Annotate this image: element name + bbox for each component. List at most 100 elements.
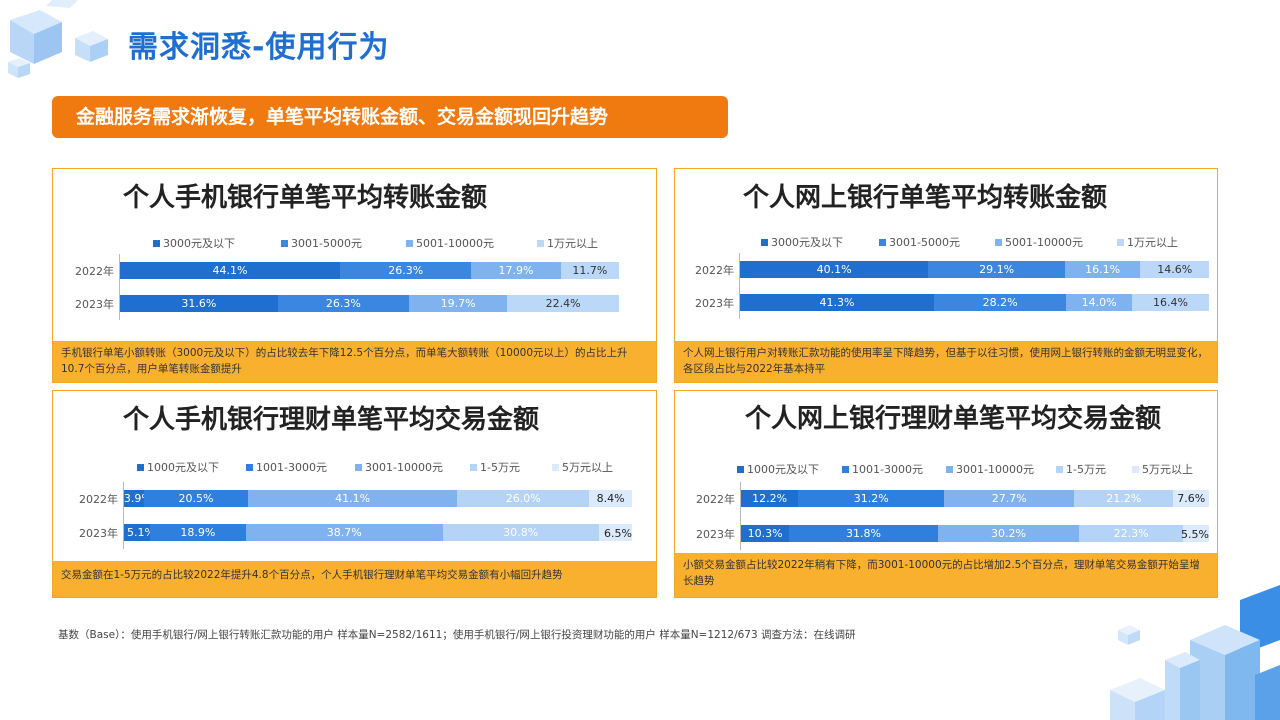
category-label: 2023年 xyxy=(695,297,734,310)
legend-label: 5001-10000元 xyxy=(1005,236,1083,249)
data-label: 31.8% xyxy=(846,527,881,540)
data-label: 38.7% xyxy=(326,526,362,539)
legend-item: 5万元以上 xyxy=(552,459,613,475)
legend-label: 1001-3000元 xyxy=(852,463,923,476)
legend-swatch xyxy=(281,239,288,247)
chart-note: 交易金额在1-5万元的占比较2022年提升4.8个百分点，个人手机银行理财单笔平… xyxy=(53,561,656,597)
legend-swatch xyxy=(761,238,768,246)
data-label: 40.1% xyxy=(816,263,852,276)
legend-swatch xyxy=(1056,465,1063,473)
legend-swatch xyxy=(842,465,849,473)
legend-swatch xyxy=(552,463,559,471)
data-label: 12.2% xyxy=(752,492,788,505)
footnote: 基数（Base）：使用手机银行/网上银行转账汇款功能的用户 样本量N=2582/… xyxy=(58,629,856,641)
data-label: 28.2% xyxy=(982,296,1018,309)
data-label: 7.6% xyxy=(1177,492,1206,505)
legend-label: 1-5万元 xyxy=(480,461,520,474)
category-label: 2022年 xyxy=(695,264,734,277)
legend-item: 1000元及以下 xyxy=(137,459,219,475)
chart-panel-mobile-wealth: 个人手机银行理财单笔平均交易金额 1000元及以下 1001-3000元 300… xyxy=(52,390,657,598)
legend-item: 3000元及以下 xyxy=(153,235,235,251)
chart-title: 个人网上银行单笔平均转账金额 xyxy=(743,183,1108,213)
data-label: 17.9% xyxy=(498,264,534,277)
data-label: 14.0% xyxy=(1081,296,1117,309)
legend-item: 5001-10000元 xyxy=(995,234,1083,250)
data-label: 10.3% xyxy=(747,527,783,540)
legend-item: 3001-10000元 xyxy=(355,459,443,475)
legend-swatch xyxy=(995,238,1002,246)
legend-label: 3001-10000元 xyxy=(365,461,443,474)
page-title: 需求洞悉-使用行为 xyxy=(128,30,390,65)
data-label: 8.4% xyxy=(596,492,625,505)
legend-label: 3001-5000元 xyxy=(291,237,362,250)
headline-banner: 金融服务需求渐恢复，单笔平均转账金额、交易金额现回升趋势 xyxy=(52,96,728,138)
data-label: 26.3% xyxy=(325,297,361,310)
legend-label: 3001-5000元 xyxy=(889,236,960,249)
chart-note: 手机银行单笔小额转账（3000元及以下）的占比较去年下降12.5个百分点，而单笔… xyxy=(53,341,656,382)
legend-label: 3000元及以下 xyxy=(163,237,235,250)
legend-item: 1万元以上 xyxy=(1117,234,1178,250)
legend-item: 5万元以上 xyxy=(1132,461,1193,477)
category-label: 2023年 xyxy=(696,528,735,541)
chart-title: 个人手机银行理财单笔平均交易金额 xyxy=(123,405,540,435)
legend-swatch xyxy=(879,238,886,246)
legend-swatch xyxy=(137,463,144,471)
data-label: 16.1% xyxy=(1085,263,1121,276)
data-label: 18.9% xyxy=(180,526,216,539)
data-label: 11.7% xyxy=(572,264,608,277)
legend-swatch xyxy=(946,465,953,473)
legend-label: 1万元以上 xyxy=(1127,236,1178,249)
category-label: 2022年 xyxy=(75,265,114,278)
legend-label: 1000元及以下 xyxy=(147,461,219,474)
chart-legend: 3000元及以下 3001-5000元 5001-10000元 1万元以上 xyxy=(761,234,1211,250)
category-label: 2022年 xyxy=(79,493,118,506)
legend-item: 1万元以上 xyxy=(537,235,598,251)
legend-swatch xyxy=(246,463,253,471)
data-label: 21.2% xyxy=(1106,492,1142,505)
data-label: 22.4% xyxy=(545,297,581,310)
data-label: 26.0% xyxy=(505,492,541,505)
chart-panel-mobile-transfer: 个人手机银行单笔平均转账金额 3000元及以下 3001-5000元 5001-… xyxy=(52,168,657,383)
legend-label: 1001-3000元 xyxy=(256,461,327,474)
legend-item: 5001-10000元 xyxy=(406,235,494,251)
category-label: 2023年 xyxy=(75,298,114,311)
legend-label: 3000元及以下 xyxy=(771,236,843,249)
chart-note: 个人网上银行用户对转账汇款功能的使用率呈下降趋势，但基于以往习惯，使用网上银行转… xyxy=(675,341,1217,382)
data-label: 20.5% xyxy=(178,492,214,505)
data-label: 14.6% xyxy=(1157,263,1193,276)
legend-item: 3001-5000元 xyxy=(281,235,362,251)
decorative-cubes-top-left xyxy=(8,0,108,78)
legend-swatch xyxy=(470,463,477,471)
legend-label: 1000元及以下 xyxy=(747,463,819,476)
legend-label: 3001-10000元 xyxy=(956,463,1034,476)
legend-item: 1000元及以下 xyxy=(737,461,819,477)
data-label: 5.5% xyxy=(1181,528,1209,541)
data-label: 19.7% xyxy=(440,297,476,310)
legend-label: 5万元以上 xyxy=(1142,463,1193,476)
data-label: 30.2% xyxy=(990,527,1026,540)
legend-swatch xyxy=(355,463,362,471)
data-label: 26.3% xyxy=(388,264,424,277)
legend-swatch xyxy=(537,239,544,247)
legend-item: 3001-10000元 xyxy=(946,461,1034,477)
legend-item: 1-5万元 xyxy=(470,459,520,475)
chart-panel-online-transfer: 个人网上银行单笔平均转账金额 3000元及以下 3001-5000元 5001-… xyxy=(674,168,1218,383)
legend-item: 3000元及以下 xyxy=(761,234,843,250)
data-label: 31.2% xyxy=(853,492,889,505)
legend-item: 1001-3000元 xyxy=(246,459,327,475)
data-label: 29.1% xyxy=(979,263,1015,276)
data-label: 6.5% xyxy=(604,527,632,540)
legend-label: 5001-10000元 xyxy=(416,237,494,250)
chart-legend: 1000元及以下 1001-3000元 3001-10000元 1-5万元 5万… xyxy=(737,461,1212,477)
legend-label: 5万元以上 xyxy=(562,461,613,474)
data-label: 30.8% xyxy=(503,526,539,539)
legend-item: 1001-3000元 xyxy=(842,461,923,477)
chart-title: 个人手机银行单笔平均转账金额 xyxy=(123,183,488,213)
category-label: 2022年 xyxy=(696,493,735,506)
data-label: 16.4% xyxy=(1153,296,1188,309)
legend-swatch xyxy=(737,465,744,473)
legend-item: 1-5万元 xyxy=(1056,461,1106,477)
legend-swatch xyxy=(1132,465,1139,473)
chart-title: 个人网上银行理财单笔平均交易金额 xyxy=(745,404,1162,434)
legend-item: 3001-5000元 xyxy=(879,234,960,250)
